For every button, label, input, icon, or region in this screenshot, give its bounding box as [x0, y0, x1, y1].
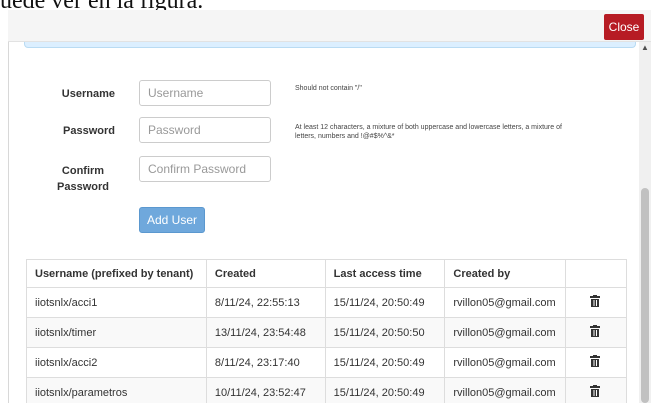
cell-created: 8/11/24, 23:17:40: [205, 347, 326, 378]
modal-body: Username Should not contain "/" Password…: [8, 42, 639, 403]
cell-created-by: rvillon05@gmail.com: [444, 377, 567, 403]
scroll-up-arrow-icon[interactable]: ▲: [639, 42, 651, 54]
scrollbar-thumb[interactable]: [641, 188, 649, 403]
modal-header: Close: [8, 10, 651, 42]
confirm-password-label: Confirm Password: [25, 163, 115, 195]
cell-last-access: 15/11/24, 20:50:49: [324, 377, 446, 403]
table-row: iiotsnlx/timer 13/11/24, 23:54:48 15/11/…: [26, 317, 627, 348]
trash-icon[interactable]: [590, 295, 601, 307]
cell-last-access: 15/11/24, 20:50:49: [324, 347, 446, 378]
column-header-created-by: Created by: [444, 259, 567, 288]
username-label: Username: [61, 88, 115, 100]
table-row: iiotsnlx/parametros 10/11/24, 23:52:47 1…: [26, 377, 627, 403]
vertical-scrollbar[interactable]: ▲: [639, 42, 651, 403]
info-banner: [24, 42, 636, 48]
column-header-username: Username (prefixed by tenant): [26, 259, 207, 288]
table-row: iiotsnlx/acci1 8/11/24, 22:55:13 15/11/2…: [26, 287, 627, 318]
cell-last-access: 15/11/24, 20:50:49: [324, 287, 446, 318]
cell-actions: [565, 377, 627, 403]
confirm-password-label-text: Confirm Password: [57, 165, 109, 193]
users-table: Username (prefixed by tenant) Created La…: [26, 259, 627, 403]
password-hint: At least 12 characters, a mixture of bot…: [295, 124, 562, 140]
table-row: iiotsnlx/acci2 8/11/24, 23:17:40 15/11/2…: [26, 347, 627, 378]
username-hint: Should not contain "/": [295, 85, 362, 92]
cell-created-by: rvillon05@gmail.com: [444, 317, 567, 348]
cell-username: iiotsnlx/timer: [26, 317, 207, 348]
table-header-row: Username (prefixed by tenant) Created La…: [26, 259, 627, 288]
column-header-last-access: Last access time: [324, 259, 446, 288]
cell-username: iiotsnlx/acci2: [26, 347, 207, 378]
trash-icon[interactable]: [590, 385, 601, 397]
cell-last-access: 15/11/24, 20:50:50: [324, 317, 446, 348]
column-header-actions: [565, 259, 627, 288]
trash-icon[interactable]: [590, 325, 601, 337]
cell-username: iiotsnlx/acci1: [26, 287, 207, 318]
cell-actions: [565, 317, 627, 348]
add-user-button[interactable]: Add User: [139, 207, 205, 233]
cell-actions: [565, 347, 627, 378]
confirm-password-input[interactable]: [139, 156, 271, 182]
password-label: Password: [63, 125, 115, 137]
cell-created: 8/11/24, 22:55:13: [205, 287, 326, 318]
cell-created: 13/11/24, 23:54:48: [205, 317, 326, 348]
username-input[interactable]: [139, 80, 271, 106]
cell-created-by: rvillon05@gmail.com: [444, 347, 567, 378]
cell-created: 10/11/24, 23:52:47: [205, 377, 326, 403]
password-input[interactable]: [139, 117, 271, 143]
cell-username: iiotsnlx/parametros: [26, 377, 207, 403]
page: uede ver en la figura. Close Username Sh…: [0, 0, 651, 403]
cell-actions: [565, 287, 627, 318]
close-button[interactable]: Close: [604, 14, 644, 40]
cell-created-by: rvillon05@gmail.com: [444, 287, 567, 318]
column-header-created: Created: [205, 259, 326, 288]
trash-icon[interactable]: [590, 355, 601, 367]
